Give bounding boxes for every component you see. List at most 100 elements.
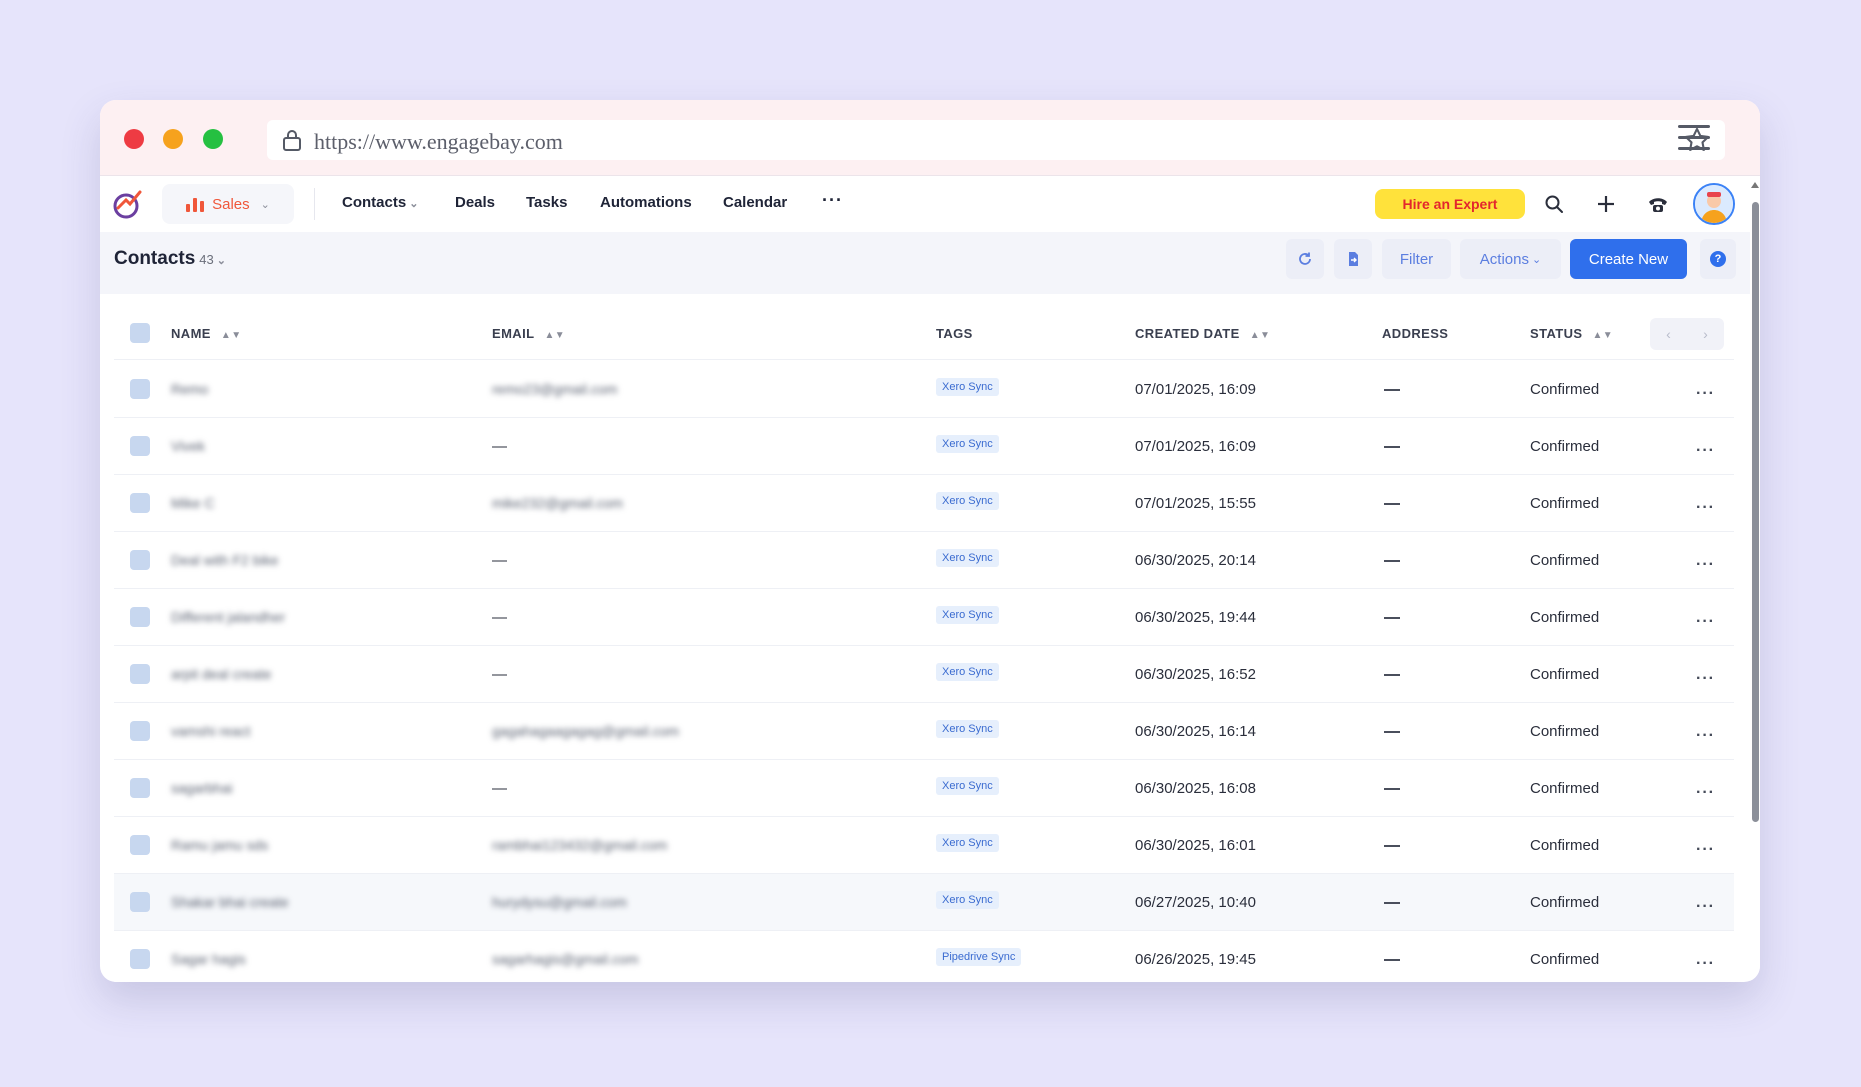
tag-badge[interactable]: Xero Sync: [936, 378, 999, 396]
contact-name[interactable]: Different jalandher: [171, 609, 285, 625]
row-more-icon[interactable]: ···: [1696, 841, 1715, 859]
row-checkbox[interactable]: [130, 835, 150, 855]
export-button[interactable]: [1334, 239, 1372, 279]
contact-email[interactable]: hurydysu@gmail.com: [492, 894, 627, 910]
chevron-left-icon[interactable]: ‹: [1650, 318, 1687, 350]
row-checkbox[interactable]: [130, 892, 150, 912]
row-checkbox[interactable]: [130, 778, 150, 798]
sort-icon[interactable]: ▲▼: [1250, 330, 1271, 341]
contact-name[interactable]: sagarbhai: [171, 780, 233, 796]
address-bar[interactable]: https://www.engagebay.com: [267, 120, 1725, 160]
contact-name[interactable]: arpit deal create: [171, 666, 271, 682]
more-horizontal-icon[interactable]: ···: [822, 190, 843, 211]
table-row[interactable]: Ramu jamu sds rambhai123432@gmail.com Xero…: [114, 817, 1734, 874]
column-header-email[interactable]: EMAIL ▲▼: [492, 326, 565, 341]
tag-badge[interactable]: Xero Sync: [936, 606, 999, 624]
sort-icon[interactable]: ▲▼: [221, 330, 242, 341]
vertical-scrollbar[interactable]: [1750, 176, 1760, 982]
row-checkbox[interactable]: [130, 664, 150, 684]
contact-name[interactable]: Ramu jamu sds: [171, 837, 268, 853]
engagebay-logo-icon[interactable]: [112, 188, 144, 220]
help-button[interactable]: ?: [1700, 239, 1736, 279]
select-all-checkbox[interactable]: [130, 323, 150, 343]
maximize-window-icon[interactable]: [203, 129, 223, 149]
row-more-icon[interactable]: ···: [1696, 670, 1715, 688]
row-more-icon[interactable]: ···: [1696, 613, 1715, 631]
row-checkbox[interactable]: [130, 493, 150, 513]
contact-email[interactable]: mike232@gmail.com: [492, 495, 623, 511]
phone-icon[interactable]: [1646, 192, 1670, 216]
row-checkbox[interactable]: [130, 379, 150, 399]
row-more-icon[interactable]: ···: [1696, 385, 1715, 403]
contact-name[interactable]: Sagar hagis: [171, 951, 246, 967]
minimize-window-icon[interactable]: [163, 129, 183, 149]
row-checkbox[interactable]: [130, 436, 150, 456]
contact-email[interactable]: sagarhagis@gmail.com: [492, 951, 639, 967]
tag-badge[interactable]: Xero Sync: [936, 492, 999, 510]
table-row[interactable]: Vivek — Xero Sync 07/01/2025, 16:09 Confirme…: [114, 418, 1734, 475]
table-row[interactable]: Shakar bhai create hurydysu@gmail.com Xero…: [114, 874, 1734, 931]
row-more-icon[interactable]: ···: [1696, 442, 1715, 460]
row-more-icon[interactable]: ···: [1696, 955, 1715, 973]
column-header-status[interactable]: STATUS ▲▼: [1530, 326, 1613, 341]
tag-badge[interactable]: Xero Sync: [936, 834, 999, 852]
table-row[interactable]: Remo remo23@gmail.com Xero Sync 07/01/2025,…: [114, 361, 1734, 418]
contact-email[interactable]: rambhai123432@gmail.com: [492, 837, 667, 853]
add-icon[interactable]: [1594, 192, 1618, 216]
sort-icon[interactable]: ▲▼: [1592, 330, 1613, 341]
nav-item-deals[interactable]: Deals: [455, 194, 495, 211]
contact-name[interactable]: Remo: [171, 381, 208, 397]
tag-badge[interactable]: Xero Sync: [936, 720, 999, 738]
table-row[interactable]: Sagar hagis sagarhagis@gmail.com Pipedrive…: [114, 931, 1734, 982]
row-checkbox[interactable]: [130, 607, 150, 627]
row-checkbox[interactable]: [130, 949, 150, 969]
table-row[interactable]: arpit deal create — Xero Sync 06/30/2025, 1…: [114, 646, 1734, 703]
row-more-icon[interactable]: ···: [1696, 556, 1715, 574]
nav-item-contacts[interactable]: Contacts ⌄: [342, 194, 418, 211]
row-more-icon[interactable]: ···: [1696, 727, 1715, 745]
row-more-icon[interactable]: ···: [1696, 499, 1715, 517]
create-new-button[interactable]: Create New: [1570, 239, 1687, 279]
contact-email[interactable]: remo23@gmail.com: [492, 381, 617, 397]
chevron-right-icon[interactable]: ›: [1687, 318, 1724, 350]
table-row[interactable]: Mike C mike232@gmail.com Xero Sync 07/01/20…: [114, 475, 1734, 532]
sort-icon[interactable]: ▲▼: [544, 330, 565, 341]
close-window-icon[interactable]: [124, 129, 144, 149]
actions-button[interactable]: Actions ⌄: [1460, 239, 1561, 279]
module-switcher-button[interactable]: Sales ⌄: [162, 184, 294, 224]
row-more-icon[interactable]: ···: [1696, 898, 1715, 916]
page-title[interactable]: Contacts 43 ⌄: [114, 248, 226, 270]
scroll-up-arrow-icon[interactable]: [1751, 182, 1759, 188]
table-row[interactable]: sagarbhai — Xero Sync 06/30/2025, 16:08 Conf…: [114, 760, 1734, 817]
contact-name[interactable]: Mike C: [171, 495, 215, 511]
filter-button[interactable]: Filter: [1382, 239, 1451, 279]
tag-badge[interactable]: Xero Sync: [936, 549, 999, 567]
nav-item-calendar[interactable]: Calendar: [723, 194, 787, 211]
contact-name[interactable]: vamshi react: [171, 723, 250, 739]
scroll-thumb[interactable]: [1752, 202, 1759, 822]
tag-badge[interactable]: Xero Sync: [936, 891, 999, 909]
contact-email[interactable]: gagahagaagagag@gmail.com: [492, 723, 679, 739]
nav-item-tasks[interactable]: Tasks: [526, 194, 567, 211]
tag-badge[interactable]: Xero Sync: [936, 663, 999, 681]
table-row[interactable]: Deal with F2 bike — Xero Sync 06/30/2025, 2…: [114, 532, 1734, 589]
row-checkbox[interactable]: [130, 550, 150, 570]
tag-badge[interactable]: Pipedrive Sync: [936, 948, 1022, 966]
row-checkbox[interactable]: [130, 721, 150, 741]
hire-expert-button[interactable]: Hire an Expert: [1375, 189, 1525, 219]
contact-name[interactable]: Shakar bhai create: [171, 894, 289, 910]
tag-badge[interactable]: Xero Sync: [936, 435, 999, 453]
table-row[interactable]: Different jalandher — Xero Sync 06/30/2025,…: [114, 589, 1734, 646]
tag-badge[interactable]: Xero Sync: [936, 777, 999, 795]
column-header-created-date[interactable]: CREATED DATE ▲▼: [1135, 326, 1270, 341]
column-header-name[interactable]: NAME ▲▼: [171, 326, 242, 341]
row-more-icon[interactable]: ···: [1696, 784, 1715, 802]
table-row[interactable]: vamshi react gagahagaagagag@gmail.com Xero…: [114, 703, 1734, 760]
contact-name[interactable]: Vivek: [171, 438, 205, 454]
search-icon[interactable]: [1542, 192, 1566, 216]
nav-item-automations[interactable]: Automations: [600, 194, 692, 211]
contact-name[interactable]: Deal with F2 bike: [171, 552, 278, 568]
refresh-button[interactable]: [1286, 239, 1324, 279]
user-avatar[interactable]: [1693, 183, 1735, 225]
browser-menu-icon[interactable]: [1678, 125, 1710, 151]
